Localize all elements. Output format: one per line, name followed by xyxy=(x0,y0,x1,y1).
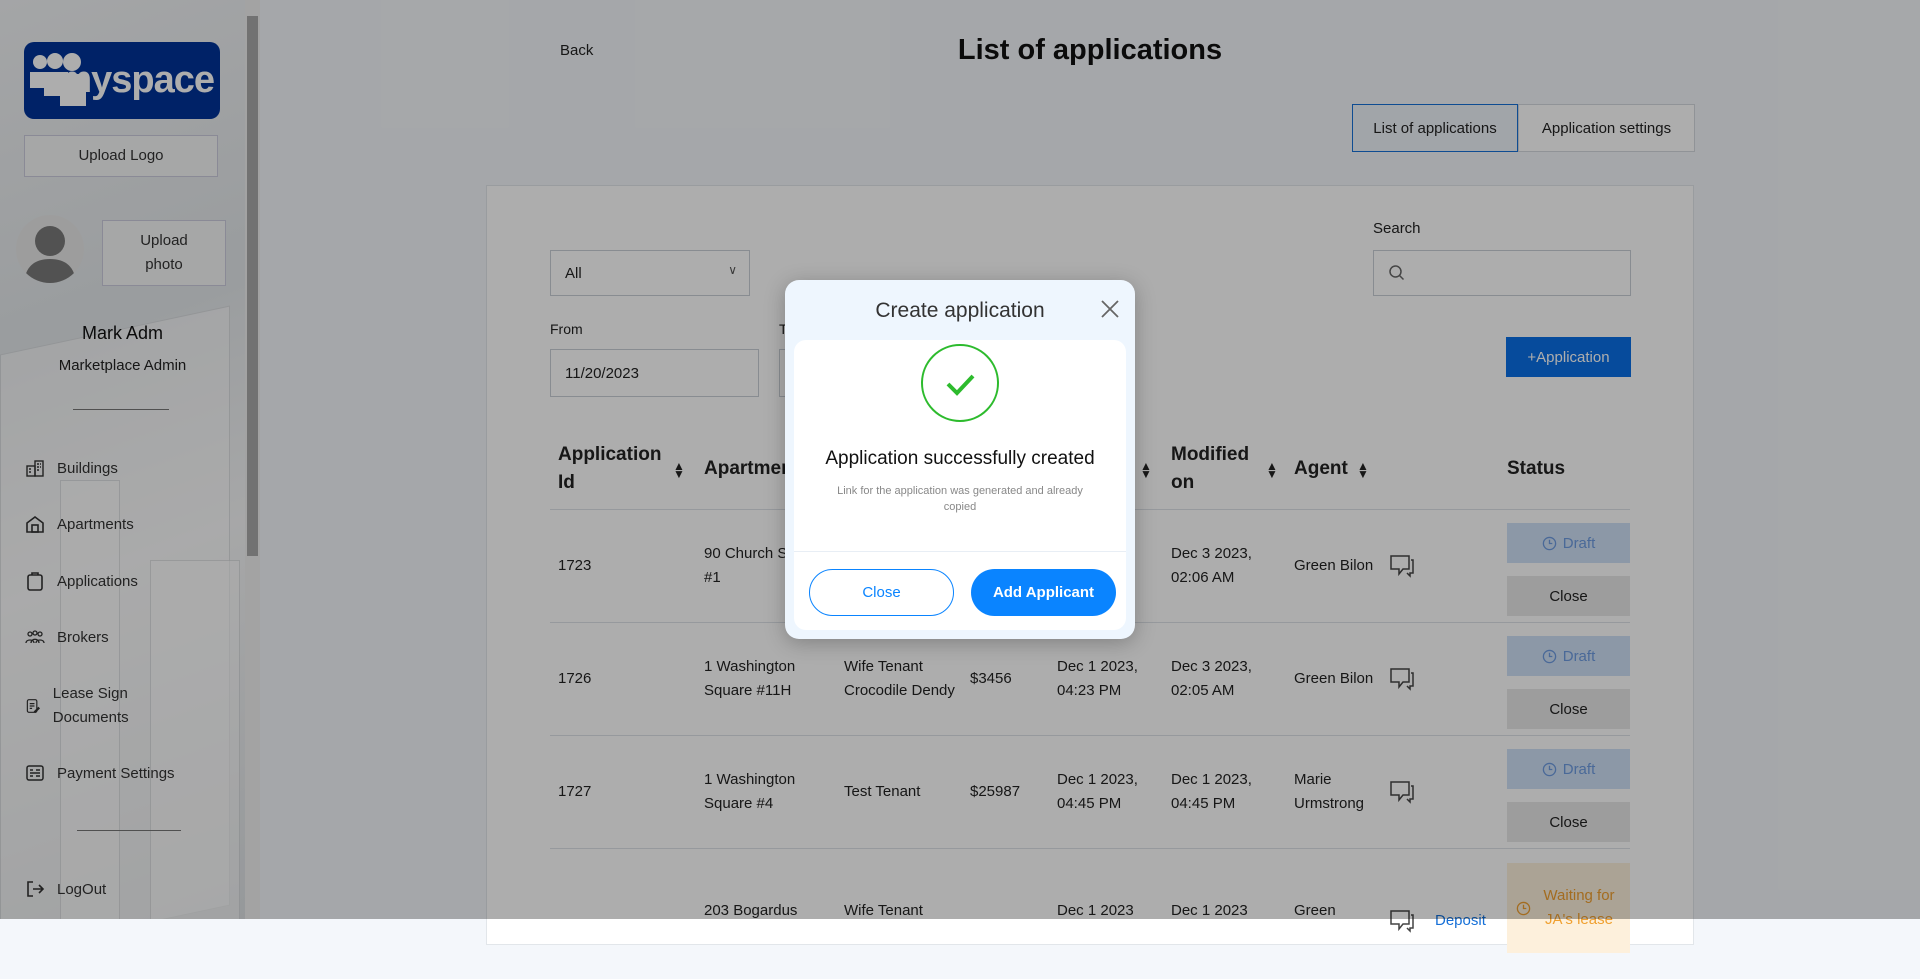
modal-body: Application successfully created Link fo… xyxy=(794,340,1126,630)
modal-title: Create application xyxy=(875,299,1045,322)
create-application-modal: Create application Application successfu… xyxy=(785,280,1135,639)
success-message: Link for the application was generated a… xyxy=(837,485,1083,513)
close-icon[interactable] xyxy=(1101,300,1119,318)
modal-close-button[interactable]: Close xyxy=(809,569,954,616)
success-check-icon xyxy=(921,344,999,422)
success-heading: Application successfully created xyxy=(825,448,1095,469)
divider xyxy=(794,551,1126,552)
add-applicant-button[interactable]: Add Applicant xyxy=(971,569,1116,616)
